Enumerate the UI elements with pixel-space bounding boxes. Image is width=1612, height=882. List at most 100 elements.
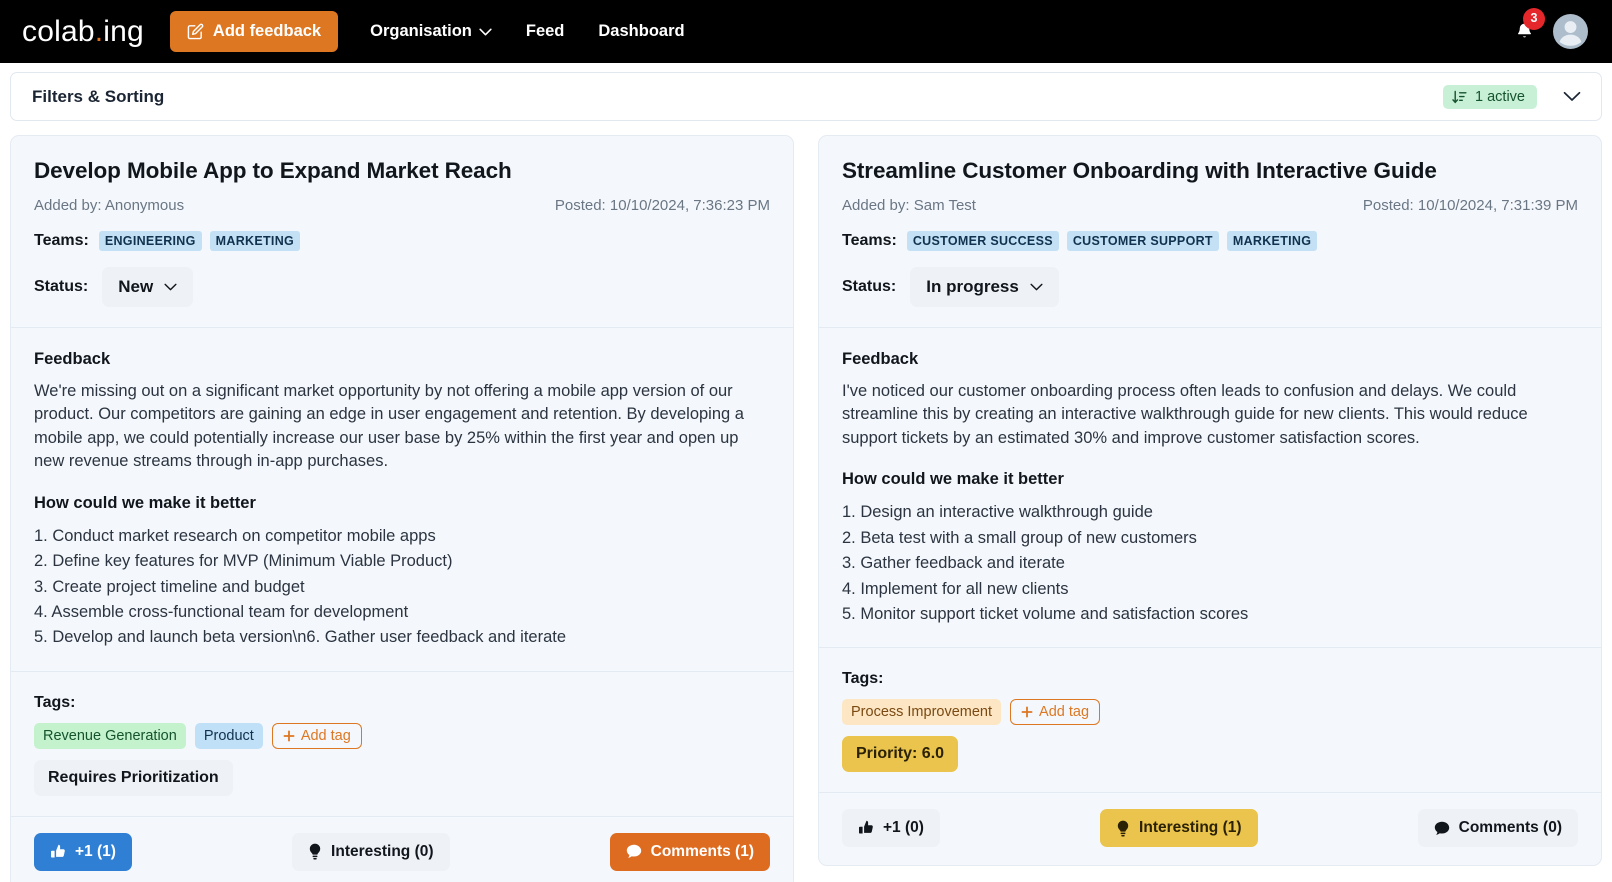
card-header-section: Streamline Customer Onboarding with Inte… xyxy=(819,136,1601,327)
tags-label: Tags: xyxy=(34,693,76,711)
status-dropdown[interactable]: New xyxy=(102,267,194,307)
tags-label: Tags: xyxy=(842,670,884,688)
interesting-button[interactable]: Interesting (0) xyxy=(292,832,450,871)
active-filters-badge[interactable]: 1 active xyxy=(1443,84,1537,109)
team-badge: ENGINEERING xyxy=(98,231,202,251)
add-tag-button[interactable]: Add tag xyxy=(1010,699,1101,726)
status-value: In progress xyxy=(926,277,1019,296)
user-icon xyxy=(1559,21,1582,46)
card-body-section: Feedback We're missing out on a signific… xyxy=(11,328,793,671)
status-value: New xyxy=(118,277,154,296)
card-title: Streamline Customer Onboarding with Inte… xyxy=(842,158,1437,183)
thumbs-up-icon xyxy=(50,844,66,860)
feedback-cards-grid: Develop Mobile App to Expand Market Reac… xyxy=(0,121,1612,882)
chevron-down-icon xyxy=(479,28,492,36)
status-dropdown[interactable]: In progress xyxy=(910,267,1059,307)
comment-bubble-icon xyxy=(1434,821,1450,836)
card-body-section: Feedback I've noticed our customer onboa… xyxy=(819,328,1601,647)
comments-button[interactable]: Comments (0) xyxy=(1417,809,1578,848)
teams-row: Teams: ENGINEERING MARKETING xyxy=(34,231,770,251)
top-navbar: colab.ing Add feedback Organisation Feed… xyxy=(0,0,1612,63)
interesting-label: Interesting (0) xyxy=(331,842,434,860)
team-badge: CUSTOMER SUPPORT xyxy=(1066,231,1219,251)
list-item: 1. Conduct market research on competitor… xyxy=(34,526,436,545)
filters-right-group: 1 active xyxy=(1443,84,1587,109)
card-meta-row: Added by: Anonymous Posted: 10/10/2024, … xyxy=(34,197,770,214)
nav-item-feed[interactable]: Feed xyxy=(526,22,565,41)
brand-suffix: ing xyxy=(103,14,144,48)
nav-item-dashboard[interactable]: Dashboard xyxy=(598,22,684,41)
filters-and-sorting-bar[interactable]: Filters & Sorting 1 active xyxy=(10,72,1602,121)
add-tag-label: Add tag xyxy=(300,727,351,744)
tags-row: Process Improvement Add tag xyxy=(842,699,1578,726)
priority-badge: Priority: 6.0 xyxy=(842,736,959,773)
brand-name: colab xyxy=(22,14,95,48)
comment-bubble-icon xyxy=(626,844,642,859)
status-row: Status: In progress xyxy=(842,267,1578,307)
add-feedback-label: Add feedback xyxy=(212,22,322,40)
plus-one-button[interactable]: +1 (0) xyxy=(842,809,940,848)
feedback-heading: Feedback xyxy=(34,350,111,368)
avatar[interactable] xyxy=(1553,14,1588,49)
comments-label: Comments (0) xyxy=(1458,819,1562,837)
brand-dot: . xyxy=(94,14,104,48)
comments-label: Comments (1) xyxy=(650,842,754,860)
add-feedback-button[interactable]: Add feedback xyxy=(169,11,339,52)
add-tag-button[interactable]: Add tag xyxy=(271,722,362,749)
active-filters-label: 1 active xyxy=(1475,88,1525,105)
teams-row: Teams: CUSTOMER SUCCESS CUSTOMER SUPPORT… xyxy=(842,231,1578,251)
brand-logo[interactable]: colab.ing xyxy=(22,15,144,49)
card-title: Develop Mobile App to Expand Market Reac… xyxy=(34,158,512,183)
improvements-heading: How could we make it better xyxy=(34,493,256,512)
tag-chip[interactable]: Process Improvement xyxy=(842,699,1002,726)
plus-one-button[interactable]: +1 (1) xyxy=(34,832,132,871)
status-label: Status: xyxy=(842,278,897,295)
filters-expand-button[interactable] xyxy=(1557,89,1587,104)
plus-icon xyxy=(283,730,295,742)
card-actions-row: +1 (0) Interesting (1) Comments (0) xyxy=(819,793,1601,865)
list-item: 4. Implement for all new clients xyxy=(842,579,1069,598)
feedback-heading: Feedback xyxy=(842,350,919,368)
tag-chip[interactable]: Revenue Generation xyxy=(34,722,186,749)
notification-badge: 3 xyxy=(1523,7,1545,30)
chevron-down-icon xyxy=(1030,283,1043,291)
lightbulb-icon xyxy=(308,843,322,860)
list-item: 5. Develop and launch beta version\n6. G… xyxy=(34,628,567,647)
plus-one-label: +1 (1) xyxy=(75,842,116,860)
filters-title: Filters & Sorting xyxy=(32,86,165,106)
comments-button[interactable]: Comments (1) xyxy=(609,832,770,871)
posted-timestamp: Posted: 10/10/2024, 7:31:39 PM xyxy=(1362,197,1578,214)
list-item: 3. Gather feedback and iterate xyxy=(842,554,1065,573)
card-tags-section: Tags: Process Improvement Add tag Priori… xyxy=(819,648,1601,792)
chevron-down-icon xyxy=(164,283,177,291)
add-tag-label: Add tag xyxy=(1039,704,1090,721)
list-item: 3. Create project timeline and budget xyxy=(34,577,305,596)
list-item: 1. Design an interactive walkthrough gui… xyxy=(842,503,1153,522)
tag-chip[interactable]: Product xyxy=(194,722,263,749)
requires-prioritization-badge: Requires Prioritization xyxy=(34,759,233,796)
improvements-heading: How could we make it better xyxy=(842,470,1064,489)
list-item: 2. Define key features for MVP (Minimum … xyxy=(34,552,453,571)
lightbulb-icon xyxy=(1116,820,1130,837)
feedback-body: I've noticed our customer onboarding pro… xyxy=(842,382,1528,447)
card-header-section: Develop Mobile App to Expand Market Reac… xyxy=(11,136,793,327)
notifications-button[interactable]: 3 xyxy=(1511,7,1545,47)
nav-item-organisation[interactable]: Organisation xyxy=(370,22,492,41)
team-badge: MARKETING xyxy=(1226,231,1318,251)
nav-dashboard-label: Dashboard xyxy=(598,22,685,40)
card-tags-section: Tags: Revenue Generation Product Add tag… xyxy=(11,672,793,816)
list-item: 5. Monitor support ticket volume and sat… xyxy=(842,604,1249,623)
list-item: 4. Assemble cross-functional team for de… xyxy=(34,602,409,621)
chevron-down-icon xyxy=(1563,91,1581,102)
status-label: Status: xyxy=(34,278,89,295)
posted-timestamp: Posted: 10/10/2024, 7:36:23 PM xyxy=(554,197,770,214)
feedback-body: We're missing out on a significant marke… xyxy=(34,382,744,471)
team-badge: MARKETING xyxy=(209,231,301,251)
interesting-label: Interesting (1) xyxy=(1139,819,1242,837)
edit-square-icon xyxy=(187,23,204,40)
nav-feed-label: Feed xyxy=(525,22,565,40)
teams-label: Teams: xyxy=(34,232,89,249)
nav-organisation-label: Organisation xyxy=(370,22,472,40)
interesting-button[interactable]: Interesting (1) xyxy=(1100,809,1258,848)
thumbs-up-icon xyxy=(858,820,874,836)
